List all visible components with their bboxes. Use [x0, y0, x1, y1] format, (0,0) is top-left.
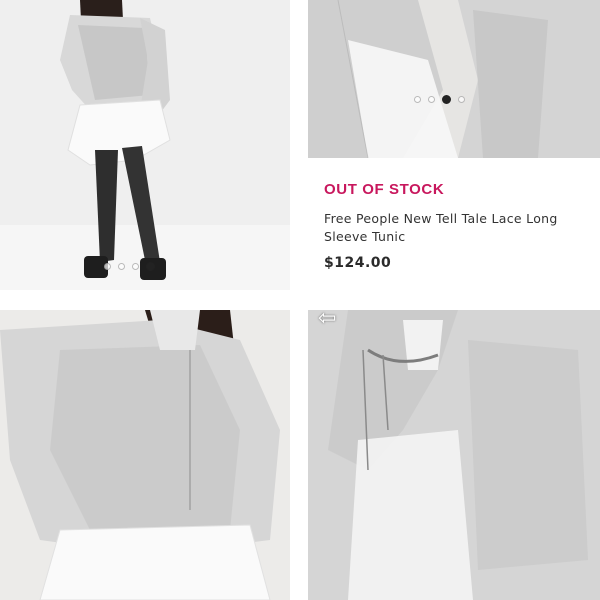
carousel-dot[interactable]: [414, 96, 421, 103]
carousel-dot-active[interactable]: [442, 95, 451, 104]
back-arrow-icon[interactable]: ⇦: [318, 306, 336, 331]
carousel-dot[interactable]: [132, 263, 139, 270]
carousel-dot[interactable]: [118, 263, 125, 270]
product-photo-closeup-neck[interactable]: [308, 310, 600, 600]
model-full-length-image: [0, 0, 290, 290]
product-photo-full-length[interactable]: [0, 0, 290, 290]
product-info-panel: OUT OF STOCK Free People New Tell Tale L…: [308, 158, 600, 290]
carousel-dot[interactable]: [458, 96, 465, 103]
product-photo-front[interactable]: [0, 310, 290, 600]
product-price: $124.00: [324, 255, 392, 271]
detail-carousel-dots[interactable]: [414, 95, 465, 104]
lace-closeup-image: [308, 0, 600, 158]
product-photo-closeup-top[interactable]: [308, 0, 600, 158]
model-front-image: [0, 310, 290, 600]
carousel-dot[interactable]: [428, 96, 435, 103]
carousel-dot[interactable]: [104, 263, 111, 270]
carousel-dot-active[interactable]: [146, 262, 155, 271]
product-name[interactable]: Free People New Tell Tale Lace Long Slee…: [324, 210, 574, 246]
stock-status: OUT OF STOCK: [324, 181, 445, 198]
main-carousel-dots[interactable]: [104, 262, 155, 271]
neckline-closeup-image: [308, 310, 600, 600]
